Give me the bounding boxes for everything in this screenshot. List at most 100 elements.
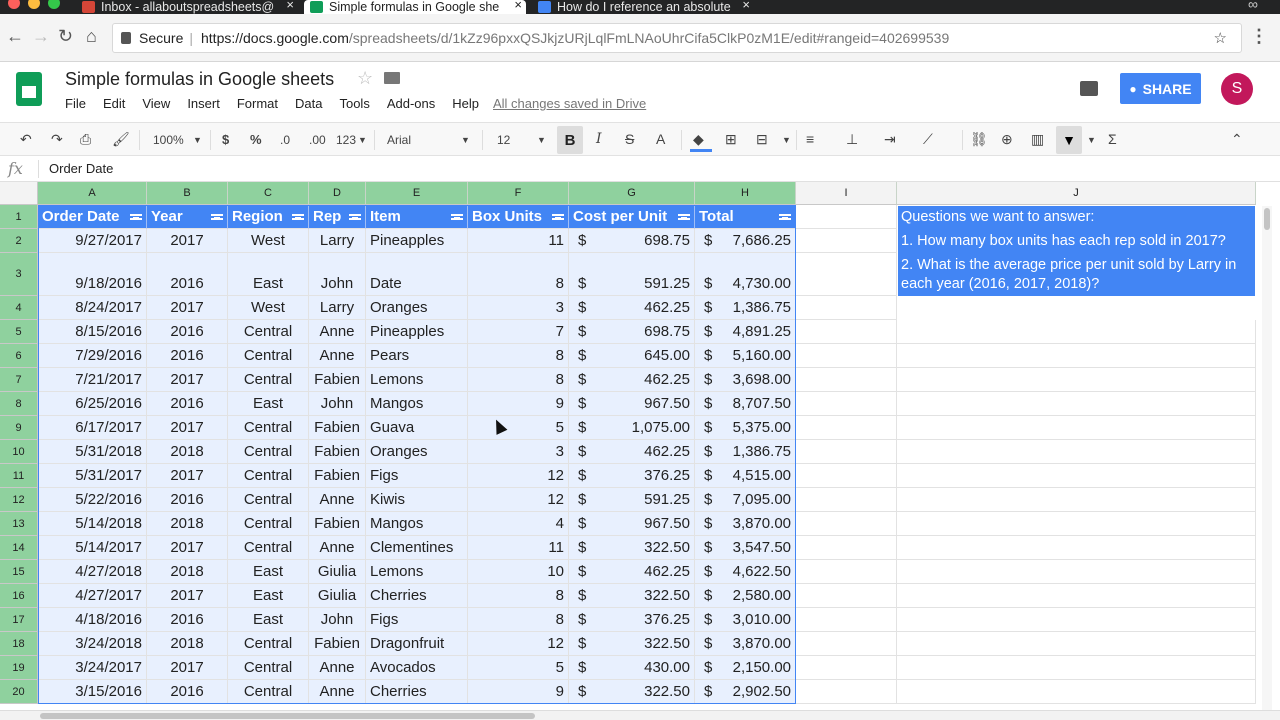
row-header[interactable]: 16 — [0, 584, 38, 608]
zoom-select[interactable]: 100% — [153, 133, 184, 147]
vertical-scrollbar[interactable] — [1262, 206, 1272, 710]
cell[interactable]: $7,095.00 — [695, 488, 796, 512]
cell[interactable]: Anne — [309, 320, 366, 344]
questions-box[interactable]: Questions we want to answer: 1. How many… — [898, 206, 1255, 296]
cell[interactable]: Kiwis — [366, 488, 468, 512]
menu-tools[interactable]: Tools — [339, 96, 369, 111]
cell[interactable]: $1,386.75 — [695, 296, 796, 320]
cell[interactable]: 9 — [468, 680, 569, 704]
fill-color-icon[interactable]: ◆ — [693, 131, 704, 148]
cell[interactable]: $3,698.00 — [695, 368, 796, 392]
cell[interactable]: 2016 — [147, 320, 228, 344]
cell[interactable]: $698.75 — [569, 229, 695, 253]
sheets-logo-icon[interactable] — [16, 72, 42, 106]
cell[interactable]: Figs — [366, 608, 468, 632]
select-all-corner[interactable] — [0, 182, 38, 205]
cell[interactable]: $967.50 — [569, 392, 695, 416]
cell[interactable]: Central — [228, 344, 309, 368]
cell[interactable]: $698.75 — [569, 320, 695, 344]
avatar[interactable]: S — [1221, 73, 1253, 105]
filter-icon[interactable] — [678, 214, 690, 220]
row-header[interactable]: 12 — [0, 488, 38, 512]
cell[interactable]: $4,891.25 — [695, 320, 796, 344]
cell[interactable]: $2,150.00 — [695, 656, 796, 680]
cell[interactable]: $4,730.00 — [695, 253, 796, 296]
cell[interactable] — [897, 560, 1256, 584]
column-header-f[interactable]: F — [468, 182, 569, 205]
header-cell-region[interactable]: Region — [228, 205, 309, 229]
cell[interactable]: 5 — [468, 416, 569, 440]
menu-add-ons[interactable]: Add-ons — [387, 96, 435, 111]
cell[interactable]: East — [228, 392, 309, 416]
cell[interactable]: Dragonfruit — [366, 632, 468, 656]
cell[interactable]: $5,375.00 — [695, 416, 796, 440]
cell[interactable]: $1,075.00 — [569, 416, 695, 440]
cell[interactable] — [796, 205, 897, 229]
filter-icon[interactable]: ▼ — [1056, 126, 1082, 154]
cell[interactable]: 4 — [468, 512, 569, 536]
row-header[interactable]: 17 — [0, 608, 38, 632]
cell[interactable]: $430.00 — [569, 656, 695, 680]
cell[interactable] — [796, 680, 897, 704]
row-header[interactable]: 13 — [0, 512, 38, 536]
cell[interactable]: 12 — [468, 632, 569, 656]
cell[interactable] — [897, 632, 1256, 656]
cell[interactable]: Anne — [309, 656, 366, 680]
header-cell-item[interactable]: Item — [366, 205, 468, 229]
cell[interactable]: Larry — [309, 296, 366, 320]
column-header-j[interactable]: J — [897, 182, 1256, 205]
cell[interactable]: $1,386.75 — [695, 440, 796, 464]
browser-tab-help[interactable]: How do I reference an absolute × — [532, 0, 754, 14]
cell[interactable]: $4,515.00 — [695, 464, 796, 488]
cell[interactable]: $462.25 — [569, 440, 695, 464]
cell[interactable]: Avocados — [366, 656, 468, 680]
row-header[interactable]: 3 — [0, 253, 38, 296]
decrease-decimal-button[interactable]: .0 — [280, 133, 290, 147]
cell[interactable]: Giulia — [309, 560, 366, 584]
cell[interactable] — [897, 416, 1256, 440]
font-select[interactable]: Arial — [387, 133, 411, 147]
cell[interactable]: 2016 — [147, 608, 228, 632]
share-button[interactable]: ● SHARE — [1120, 73, 1201, 104]
row-header[interactable]: 10 — [0, 440, 38, 464]
cell[interactable] — [796, 536, 897, 560]
cell[interactable]: Fabien — [309, 512, 366, 536]
cell[interactable]: 2017 — [147, 296, 228, 320]
filter-icon[interactable] — [130, 214, 142, 220]
filter-icon[interactable] — [451, 214, 463, 220]
header-cell-year[interactable]: Year — [147, 205, 228, 229]
row-header[interactable]: 5 — [0, 320, 38, 344]
text-rotation-icon[interactable]: ⟋ — [923, 131, 933, 148]
cell[interactable]: 9/27/2017 — [38, 229, 147, 253]
cell[interactable]: Cherries — [366, 584, 468, 608]
cell[interactable]: 2017 — [147, 464, 228, 488]
cell[interactable] — [796, 229, 897, 253]
cell[interactable]: Central — [228, 488, 309, 512]
cell[interactable]: Fabien — [309, 416, 366, 440]
cell[interactable]: Anne — [309, 488, 366, 512]
menu-help[interactable]: Help — [452, 96, 479, 111]
cell[interactable]: John — [309, 392, 366, 416]
cell[interactable]: 2017 — [147, 368, 228, 392]
document-title[interactable]: Simple formulas in Google sheets — [65, 69, 334, 90]
cell[interactable] — [897, 320, 1256, 344]
cell[interactable] — [897, 536, 1256, 560]
cell[interactable] — [796, 344, 897, 368]
row-header[interactable]: 4 — [0, 296, 38, 320]
address-bar[interactable]: Secure | https://docs.google.com /spread… — [112, 23, 1242, 53]
cell[interactable]: East — [228, 560, 309, 584]
browser-tab-sheet[interactable]: Simple formulas in Google she × — [304, 0, 526, 14]
borders-icon[interactable]: ⊞ — [725, 131, 737, 148]
cell[interactable]: 2018 — [147, 440, 228, 464]
close-tab-icon[interactable]: × — [514, 0, 522, 12]
cell[interactable]: 3 — [468, 440, 569, 464]
cell[interactable]: 5 — [468, 656, 569, 680]
cell[interactable]: 3 — [468, 296, 569, 320]
cell[interactable]: Central — [228, 656, 309, 680]
cell[interactable] — [796, 440, 897, 464]
cell[interactable]: 12 — [468, 464, 569, 488]
header-cell-box-units[interactable]: Box Units — [468, 205, 569, 229]
cell[interactable]: 2016 — [147, 253, 228, 296]
text-wrap-icon[interactable]: ⇥ — [884, 131, 896, 148]
cell[interactable]: $3,010.00 — [695, 608, 796, 632]
